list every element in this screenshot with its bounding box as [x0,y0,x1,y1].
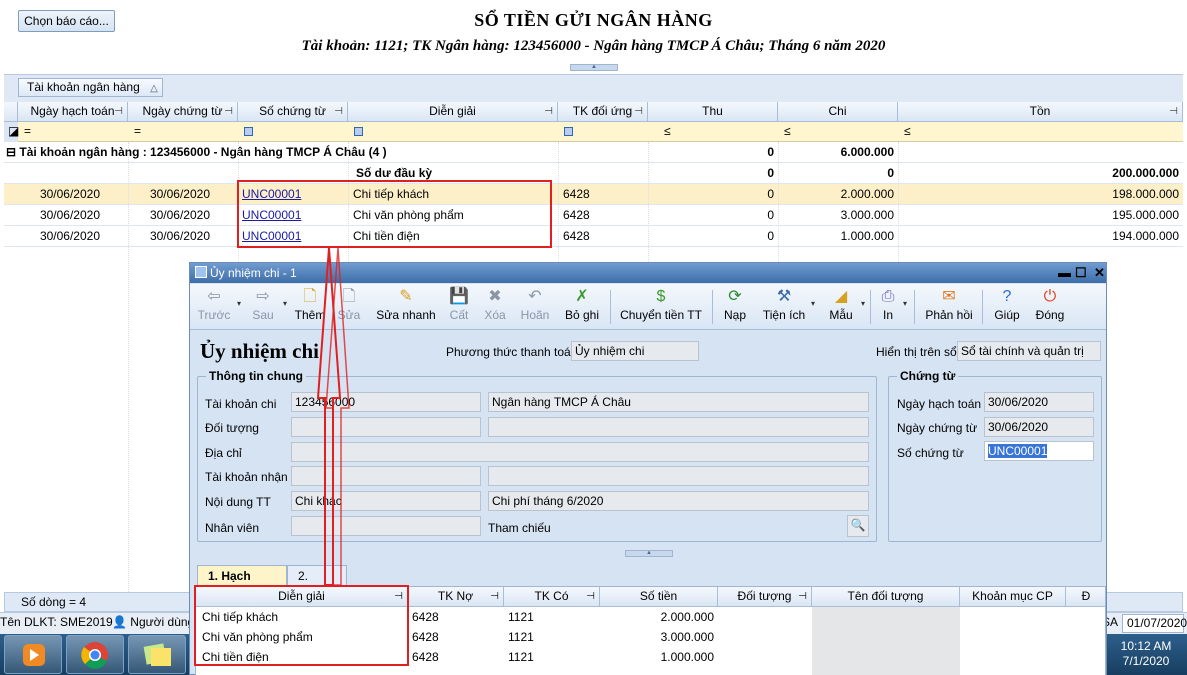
arrow-shadow-shape [325,247,350,586]
arrow-up-shape [316,247,342,586]
annotation-arrows [316,247,350,586]
